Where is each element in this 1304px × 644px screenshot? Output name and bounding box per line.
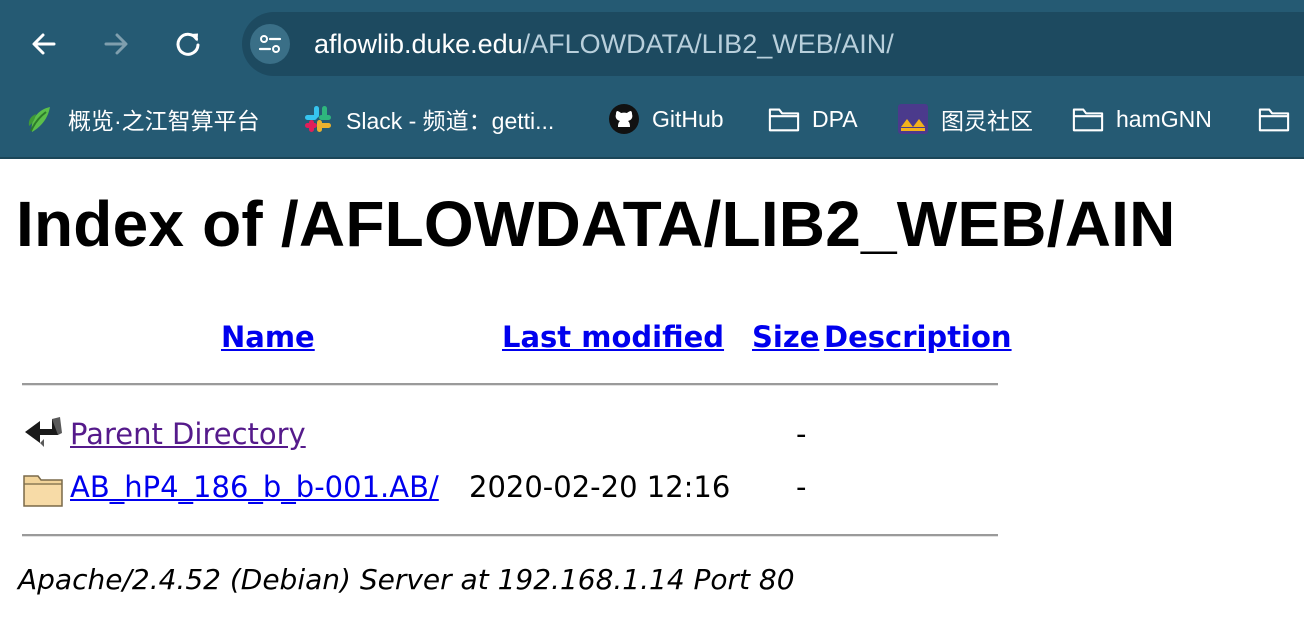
bookmark-zhijiang[interactable]: 概览·之江智算平台 bbox=[24, 97, 260, 141]
forward-button[interactable] bbox=[96, 24, 136, 64]
bookmark-slack[interactable]: Slack - 频道：getti... bbox=[302, 97, 554, 141]
server-signature: Apache/2.4.52 (Debian) Server at 192.168… bbox=[18, 563, 795, 596]
divider-top bbox=[22, 383, 998, 386]
folder-icon bbox=[1072, 103, 1104, 135]
address-bar[interactable]: aflowlib.duke.edu/AFLOWDATA/LIB2_WEB/AIN… bbox=[242, 12, 1304, 76]
bookmark-github[interactable]: GitHub bbox=[608, 97, 724, 141]
row-last-modified: 2020-02-20 12:16 bbox=[469, 470, 731, 504]
turing-icon bbox=[897, 103, 929, 135]
reload-button[interactable] bbox=[168, 24, 208, 64]
row-size: - bbox=[796, 417, 807, 451]
bookmark-label: DPA bbox=[812, 105, 858, 132]
slack-icon bbox=[302, 103, 334, 135]
back-arrow-icon[interactable] bbox=[22, 413, 64, 455]
divider-bottom bbox=[22, 534, 998, 537]
column-header-name[interactable]: Name bbox=[221, 320, 315, 354]
url-host: aflowlib.duke.edu bbox=[314, 29, 523, 59]
leaf-icon bbox=[24, 103, 56, 135]
folder-icon bbox=[1258, 103, 1290, 135]
folder-icon bbox=[768, 103, 800, 135]
chrome-divider bbox=[0, 157, 1304, 159]
github-icon bbox=[608, 103, 640, 135]
back-button[interactable] bbox=[24, 24, 64, 64]
bookmark-folder-overflow[interactable] bbox=[1258, 97, 1302, 141]
browser-chrome: aflowlib.duke.edu/AFLOWDATA/LIB2_WEB/AIN… bbox=[0, 0, 1304, 159]
directory-link[interactable]: AB_hP4_186_b_b-001.AB/ bbox=[70, 470, 439, 504]
forward-arrow-icon bbox=[104, 33, 128, 55]
url-path: /AFLOWDATA/LIB2_WEB/AIN/ bbox=[522, 29, 894, 59]
bookmarks-bar: 概览·之江智算平台 Slack - 频道：getti... GitHub DPA… bbox=[0, 97, 1304, 141]
site-settings-button[interactable] bbox=[250, 24, 290, 64]
column-header-description[interactable]: Description bbox=[824, 320, 1012, 354]
bookmark-turing[interactable]: 图灵社区 bbox=[897, 97, 1033, 141]
row-size: - bbox=[796, 470, 807, 504]
bookmark-label: Slack - 频道：getti... bbox=[346, 108, 555, 134]
tune-icon bbox=[258, 35, 282, 53]
folder-icon[interactable] bbox=[22, 468, 64, 510]
back-arrow-icon bbox=[32, 33, 56, 55]
reload-icon bbox=[176, 32, 200, 56]
bookmark-label: 图灵社区 bbox=[941, 108, 1033, 134]
column-header-size[interactable]: Size bbox=[752, 320, 819, 354]
url-text[interactable]: aflowlib.duke.edu/AFLOWDATA/LIB2_WEB/AIN… bbox=[314, 29, 894, 60]
bookmark-label: 概览·之江智算平台 bbox=[68, 108, 260, 134]
bookmark-label: GitHub bbox=[652, 105, 724, 132]
page-title: Index of /AFLOWDATA/LIB2_WEB/AIN bbox=[16, 188, 1176, 260]
column-header-last-modified[interactable]: Last modified bbox=[502, 320, 724, 354]
browser-toolbar: aflowlib.duke.edu/AFLOWDATA/LIB2_WEB/AIN… bbox=[0, 0, 1304, 90]
parent-directory-link[interactable]: Parent Directory bbox=[70, 417, 306, 451]
bookmark-folder-hamgnn[interactable]: hamGNN bbox=[1072, 97, 1212, 141]
bookmark-folder-dpa[interactable]: DPA bbox=[768, 97, 858, 141]
bookmark-label: hamGNN bbox=[1116, 105, 1212, 132]
